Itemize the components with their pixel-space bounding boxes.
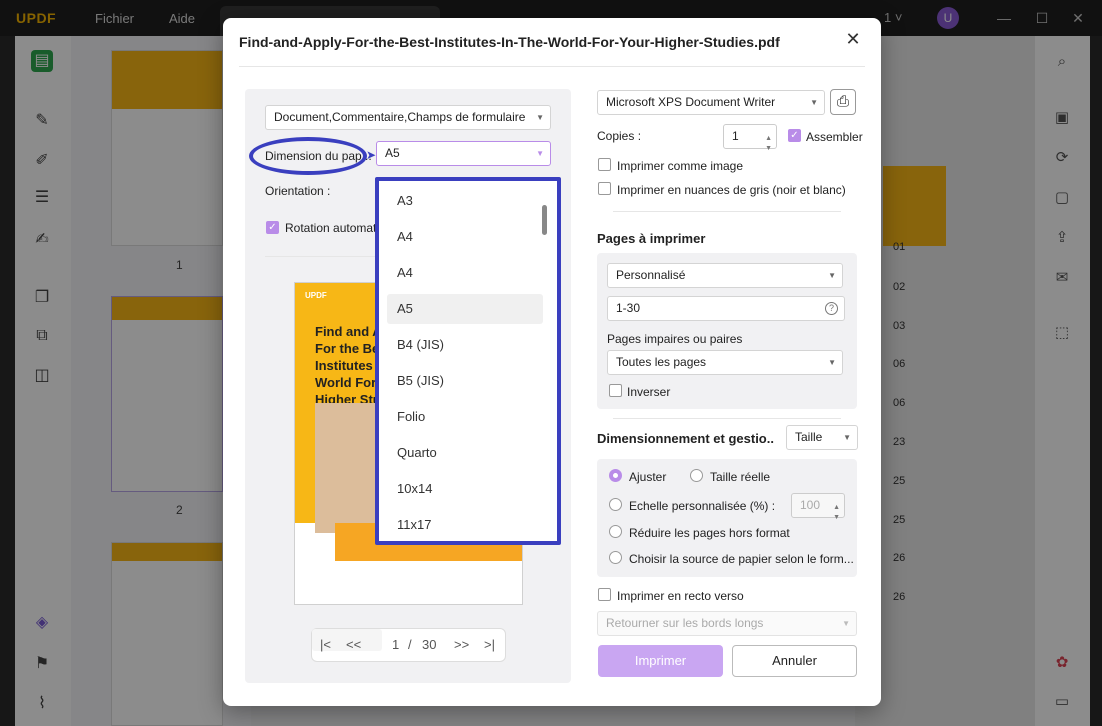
- chevron-down-icon: ▼: [843, 433, 851, 442]
- paper-option[interactable]: A3: [387, 186, 543, 216]
- collate-label: Assembler: [806, 130, 863, 144]
- paper-source-radio[interactable]: [609, 551, 622, 564]
- paper-size-select[interactable]: A5 ▼: [376, 141, 551, 166]
- printer-icon[interactable]: ⎙: [830, 89, 856, 115]
- last-page-button[interactable]: >|: [484, 637, 495, 652]
- pages-mode-select[interactable]: Personnalisé ▼: [607, 263, 843, 288]
- close-icon[interactable]: ✕: [844, 30, 862, 48]
- shrink-label: Réduire les pages hors format: [629, 526, 790, 540]
- paper-option[interactable]: A4: [387, 222, 543, 252]
- duplex-label: Imprimer en recto verso: [617, 589, 744, 603]
- first-page-button[interactable]: |<: [320, 637, 331, 652]
- actual-size-label: Taille réelle: [710, 470, 771, 484]
- actual-size-radio[interactable]: [690, 469, 703, 482]
- fit-radio[interactable]: [609, 469, 622, 482]
- chevron-down-icon: ▼: [828, 271, 836, 280]
- dropdown-scrollbar[interactable]: [542, 205, 547, 235]
- divider: [265, 256, 375, 257]
- paper-option[interactable]: Quarto: [387, 438, 543, 468]
- print-as-image-checkbox[interactable]: [598, 158, 611, 171]
- paper-option[interactable]: B5 (JIS): [387, 366, 543, 396]
- sizing-value: Taille: [795, 430, 823, 444]
- custom-scale-radio[interactable]: [609, 498, 622, 511]
- divider: [613, 418, 841, 419]
- printer-select[interactable]: Microsoft XPS Document Writer ▼: [597, 90, 825, 115]
- paper-source-label: Choisir la source de papier selon le for…: [629, 552, 854, 566]
- paper-size-value: A5: [385, 146, 400, 160]
- current-page[interactable]: 1: [392, 637, 399, 652]
- print-as-image-label: Imprimer comme image: [617, 159, 744, 173]
- odd-even-select[interactable]: Toutes les pages ▼: [607, 350, 843, 375]
- sizing-select[interactable]: Taille ▼: [786, 425, 858, 450]
- copies-stepper[interactable]: 1 ▲ ▼: [723, 124, 777, 152]
- print-button[interactable]: Imprimer: [598, 645, 723, 677]
- grayscale-label: Imprimer en nuances de gris (noir et bla…: [617, 183, 846, 197]
- chevron-down-icon: ▼: [536, 149, 544, 158]
- page-range-input[interactable]: 1-30 ?: [607, 296, 845, 321]
- chevron-down-icon: ▼: [842, 619, 850, 628]
- reverse-label: Inverser: [627, 385, 671, 399]
- paper-option[interactable]: 11x17: [387, 510, 543, 540]
- chevron-down-icon[interactable]: ▼: [833, 506, 840, 529]
- chevron-down-icon: ▼: [536, 113, 544, 122]
- cancel-button[interactable]: Annuler: [732, 645, 857, 677]
- paper-option[interactable]: Folio: [387, 402, 543, 432]
- orientation-label: Orientation :: [265, 184, 331, 198]
- odd-even-label: Pages impaires ou paires: [607, 332, 743, 346]
- fit-label: Ajuster: [629, 470, 667, 484]
- chevron-down-icon: ▼: [828, 358, 836, 367]
- chevron-down-icon: ▼: [810, 98, 818, 107]
- auto-rotate-checkbox[interactable]: ✓: [266, 221, 279, 234]
- duplex-checkbox[interactable]: [598, 588, 611, 601]
- preview-pager: |< << 1 / 30 >> >|: [311, 628, 506, 662]
- content-select-value: Document,Commentaire,Champs de formulair…: [274, 110, 526, 124]
- sizing-section-title: Dimensionnement et gestio..: [597, 431, 774, 446]
- prev-page-button[interactable]: <<: [346, 637, 361, 652]
- paper-option-selected[interactable]: A5: [387, 294, 543, 324]
- page-separator: /: [408, 637, 412, 652]
- page-range-value: 1-30: [616, 301, 641, 315]
- next-page-button[interactable]: >>: [454, 637, 469, 652]
- total-pages: 30: [422, 637, 437, 652]
- annotation-ellipse: [249, 137, 367, 175]
- odd-even-value: Toutes les pages: [616, 355, 707, 369]
- grayscale-checkbox[interactable]: [598, 182, 611, 195]
- collate-checkbox[interactable]: ✓: [788, 129, 801, 142]
- dialog-title: Find-and-Apply-For-the-Best-Institutes-I…: [239, 34, 780, 50]
- divider: [239, 66, 865, 67]
- paper-size-dropdown: A3 A4 A4 A5 B4 (JIS) B5 (JIS) Folio Quar…: [375, 177, 561, 545]
- paper-option[interactable]: 10x14: [387, 474, 543, 504]
- divider: [613, 211, 841, 212]
- paper-option[interactable]: A4: [387, 258, 543, 288]
- paper-option[interactable]: B4 (JIS): [387, 330, 543, 360]
- custom-scale-stepper[interactable]: 100 ▲ ▼: [791, 493, 845, 521]
- printer-value: Microsoft XPS Document Writer: [606, 95, 776, 109]
- custom-scale-label: Echelle personnalisée (%) :: [629, 499, 776, 513]
- content-select[interactable]: Document,Commentaire,Champs de formulair…: [265, 105, 551, 130]
- print-dialog: Find-and-Apply-For-the-Best-Institutes-I…: [223, 18, 881, 706]
- chevron-down-icon[interactable]: ▼: [765, 137, 772, 160]
- help-icon[interactable]: ?: [825, 302, 838, 315]
- pages-mode-value: Personnalisé: [616, 268, 686, 282]
- preview-photo: [315, 403, 375, 533]
- pages-section-title: Pages à imprimer: [597, 231, 706, 246]
- custom-scale-value: 100: [800, 498, 821, 512]
- auto-rotate-label: Rotation automati: [285, 221, 380, 235]
- copies-label: Copies :: [597, 129, 642, 143]
- duplex-flip-value: Retourner sur les bords longs: [606, 616, 764, 630]
- copies-value: 1: [732, 129, 739, 143]
- reverse-checkbox[interactable]: [609, 384, 622, 397]
- preview-logo: UPDF: [305, 291, 327, 300]
- shrink-radio[interactable]: [609, 525, 622, 538]
- duplex-flip-select[interactable]: Retourner sur les bords longs ▼: [597, 611, 857, 636]
